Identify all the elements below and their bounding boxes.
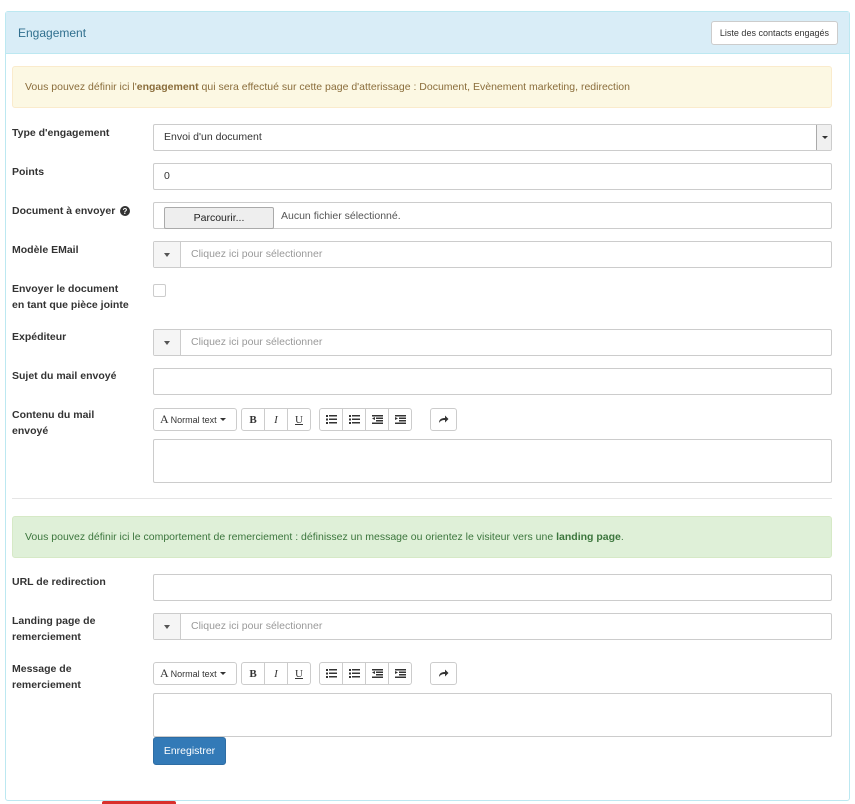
content-label-line1: Contenu du mail (12, 409, 95, 421)
subject-label: Sujet du mail envoyé (12, 370, 117, 382)
engagement-type-value: Envoi d'un document (164, 131, 262, 143)
alert-text-bold: engagement (136, 81, 199, 93)
font-icon: A (160, 412, 169, 426)
caret-down-icon (219, 418, 226, 421)
format-group: B I U (241, 408, 311, 431)
redirect-url-input[interactable] (153, 574, 832, 601)
engagement-info-alert: Vous pouvez définir ici l'engagement qui… (12, 66, 832, 108)
italic-button[interactable]: I (264, 408, 288, 431)
message-label-line2: remerciement (12, 679, 81, 691)
subject-input[interactable] (153, 368, 832, 395)
indent-icon[interactable] (388, 662, 412, 685)
thanks-message-label: Message de remerciement (12, 661, 140, 693)
attach-label-line2: en tant que pièce jointe (12, 299, 129, 311)
engagement-type-select[interactable]: Envoi d'un document (153, 124, 832, 151)
email-template-label: Modèle EMail (12, 244, 79, 256)
section-divider (12, 498, 832, 499)
panel-title: Engagement (18, 26, 87, 40)
chevron-down-icon[interactable] (816, 125, 831, 150)
alert-text-suffix: qui sera effectué sur cette page d'atter… (198, 81, 630, 93)
bulleted-list-icon[interactable] (319, 408, 343, 431)
font-size-dropdown[interactable]: A Normal text (153, 662, 237, 685)
content-label: Contenu du mail envoyé (12, 407, 140, 439)
sender-placeholder: Cliquez ici pour sélectionner (191, 336, 323, 348)
svg-text:?: ? (123, 207, 128, 216)
content-editor[interactable] (153, 439, 832, 483)
content-label-line2: envoyé (12, 425, 49, 437)
alert-text-prefix: Vous pouvez définir ici l' (25, 81, 137, 93)
thanks-alert-suffix: . (620, 531, 624, 543)
font-group: A Normal text (153, 408, 237, 431)
font-icon: A (160, 666, 169, 680)
numbered-list-icon[interactable] (342, 408, 366, 431)
panel-heading: Engagement Liste des contacts engagés (6, 12, 849, 54)
engaged-contacts-button[interactable]: Liste des contacts engagés (710, 21, 838, 45)
points-value: 0 (164, 170, 170, 182)
caret-down-icon[interactable] (154, 242, 181, 267)
landing-page-placeholder: Cliquez ici pour sélectionner (191, 620, 323, 632)
landing-page-label: Landing page de remerciement (12, 613, 140, 645)
thanks-info-alert: Vous pouvez définir ici le comportement … (12, 516, 832, 558)
bold-button[interactable]: B (241, 662, 265, 685)
caret-down-icon (219, 672, 226, 675)
attach-label: Envoyer le document en tant que pièce jo… (12, 281, 140, 313)
bulleted-list-icon[interactable] (319, 662, 343, 685)
bold-button[interactable]: B (241, 408, 265, 431)
landing-label-line2: remerciement (12, 631, 81, 643)
caret-down-icon[interactable] (154, 330, 181, 355)
list-group (319, 408, 412, 431)
list-group (319, 662, 412, 685)
redo-group (430, 408, 457, 431)
browse-button[interactable]: Parcourir... (164, 207, 274, 229)
help-icon: ? (120, 206, 131, 216)
outdent-icon[interactable] (365, 662, 389, 685)
sender-picker[interactable]: Cliquez ici pour sélectionner (153, 329, 832, 356)
font-size-label: Normal text (170, 414, 217, 425)
points-label: Points (12, 166, 45, 178)
email-template-placeholder: Cliquez ici pour sélectionner (191, 248, 323, 260)
underline-button[interactable]: U (287, 408, 311, 431)
save-button[interactable]: Enregistrer (153, 737, 226, 765)
font-size-dropdown[interactable]: A Normal text (153, 408, 237, 431)
font-size-label: Normal text (170, 668, 217, 679)
document-file-input[interactable]: Parcourir... Aucun fichier sélectionné. (153, 202, 832, 229)
thanks-alert-bold: landing page (556, 531, 621, 543)
format-group: B I U (241, 662, 311, 685)
sender-label: Expéditeur (12, 331, 67, 343)
landing-page-picker[interactable]: Cliquez ici pour sélectionner (153, 613, 832, 640)
font-group: A Normal text (153, 662, 237, 685)
document-label: Document à envoyer ? (12, 203, 140, 219)
email-template-picker[interactable]: Cliquez ici pour sélectionner (153, 241, 832, 268)
redo-icon[interactable] (430, 662, 457, 685)
underline-button[interactable]: U (287, 662, 311, 685)
redo-group (430, 662, 457, 685)
message-label-line1: Message de (12, 663, 72, 675)
attach-label-line1: Envoyer le document (12, 283, 119, 295)
numbered-list-icon[interactable] (342, 662, 366, 685)
points-input[interactable]: 0 (153, 163, 832, 190)
caret-down-icon[interactable] (154, 614, 181, 639)
landing-label-line1: Landing page de (12, 615, 96, 627)
italic-button[interactable]: I (264, 662, 288, 685)
indent-icon[interactable] (388, 408, 412, 431)
outdent-icon[interactable] (365, 408, 389, 431)
redo-icon[interactable] (430, 408, 457, 431)
no-file-text: Aucun fichier sélectionné. (281, 210, 401, 222)
attach-checkbox[interactable] (153, 284, 166, 297)
thanks-alert-prefix: Vous pouvez définir ici le comportement … (25, 531, 557, 543)
thanks-message-editor[interactable] (153, 693, 832, 737)
document-label-text: Document à envoyer (12, 205, 116, 217)
type-label: Type d'engagement (12, 127, 110, 139)
redirect-url-label: URL de redirection (12, 576, 106, 588)
